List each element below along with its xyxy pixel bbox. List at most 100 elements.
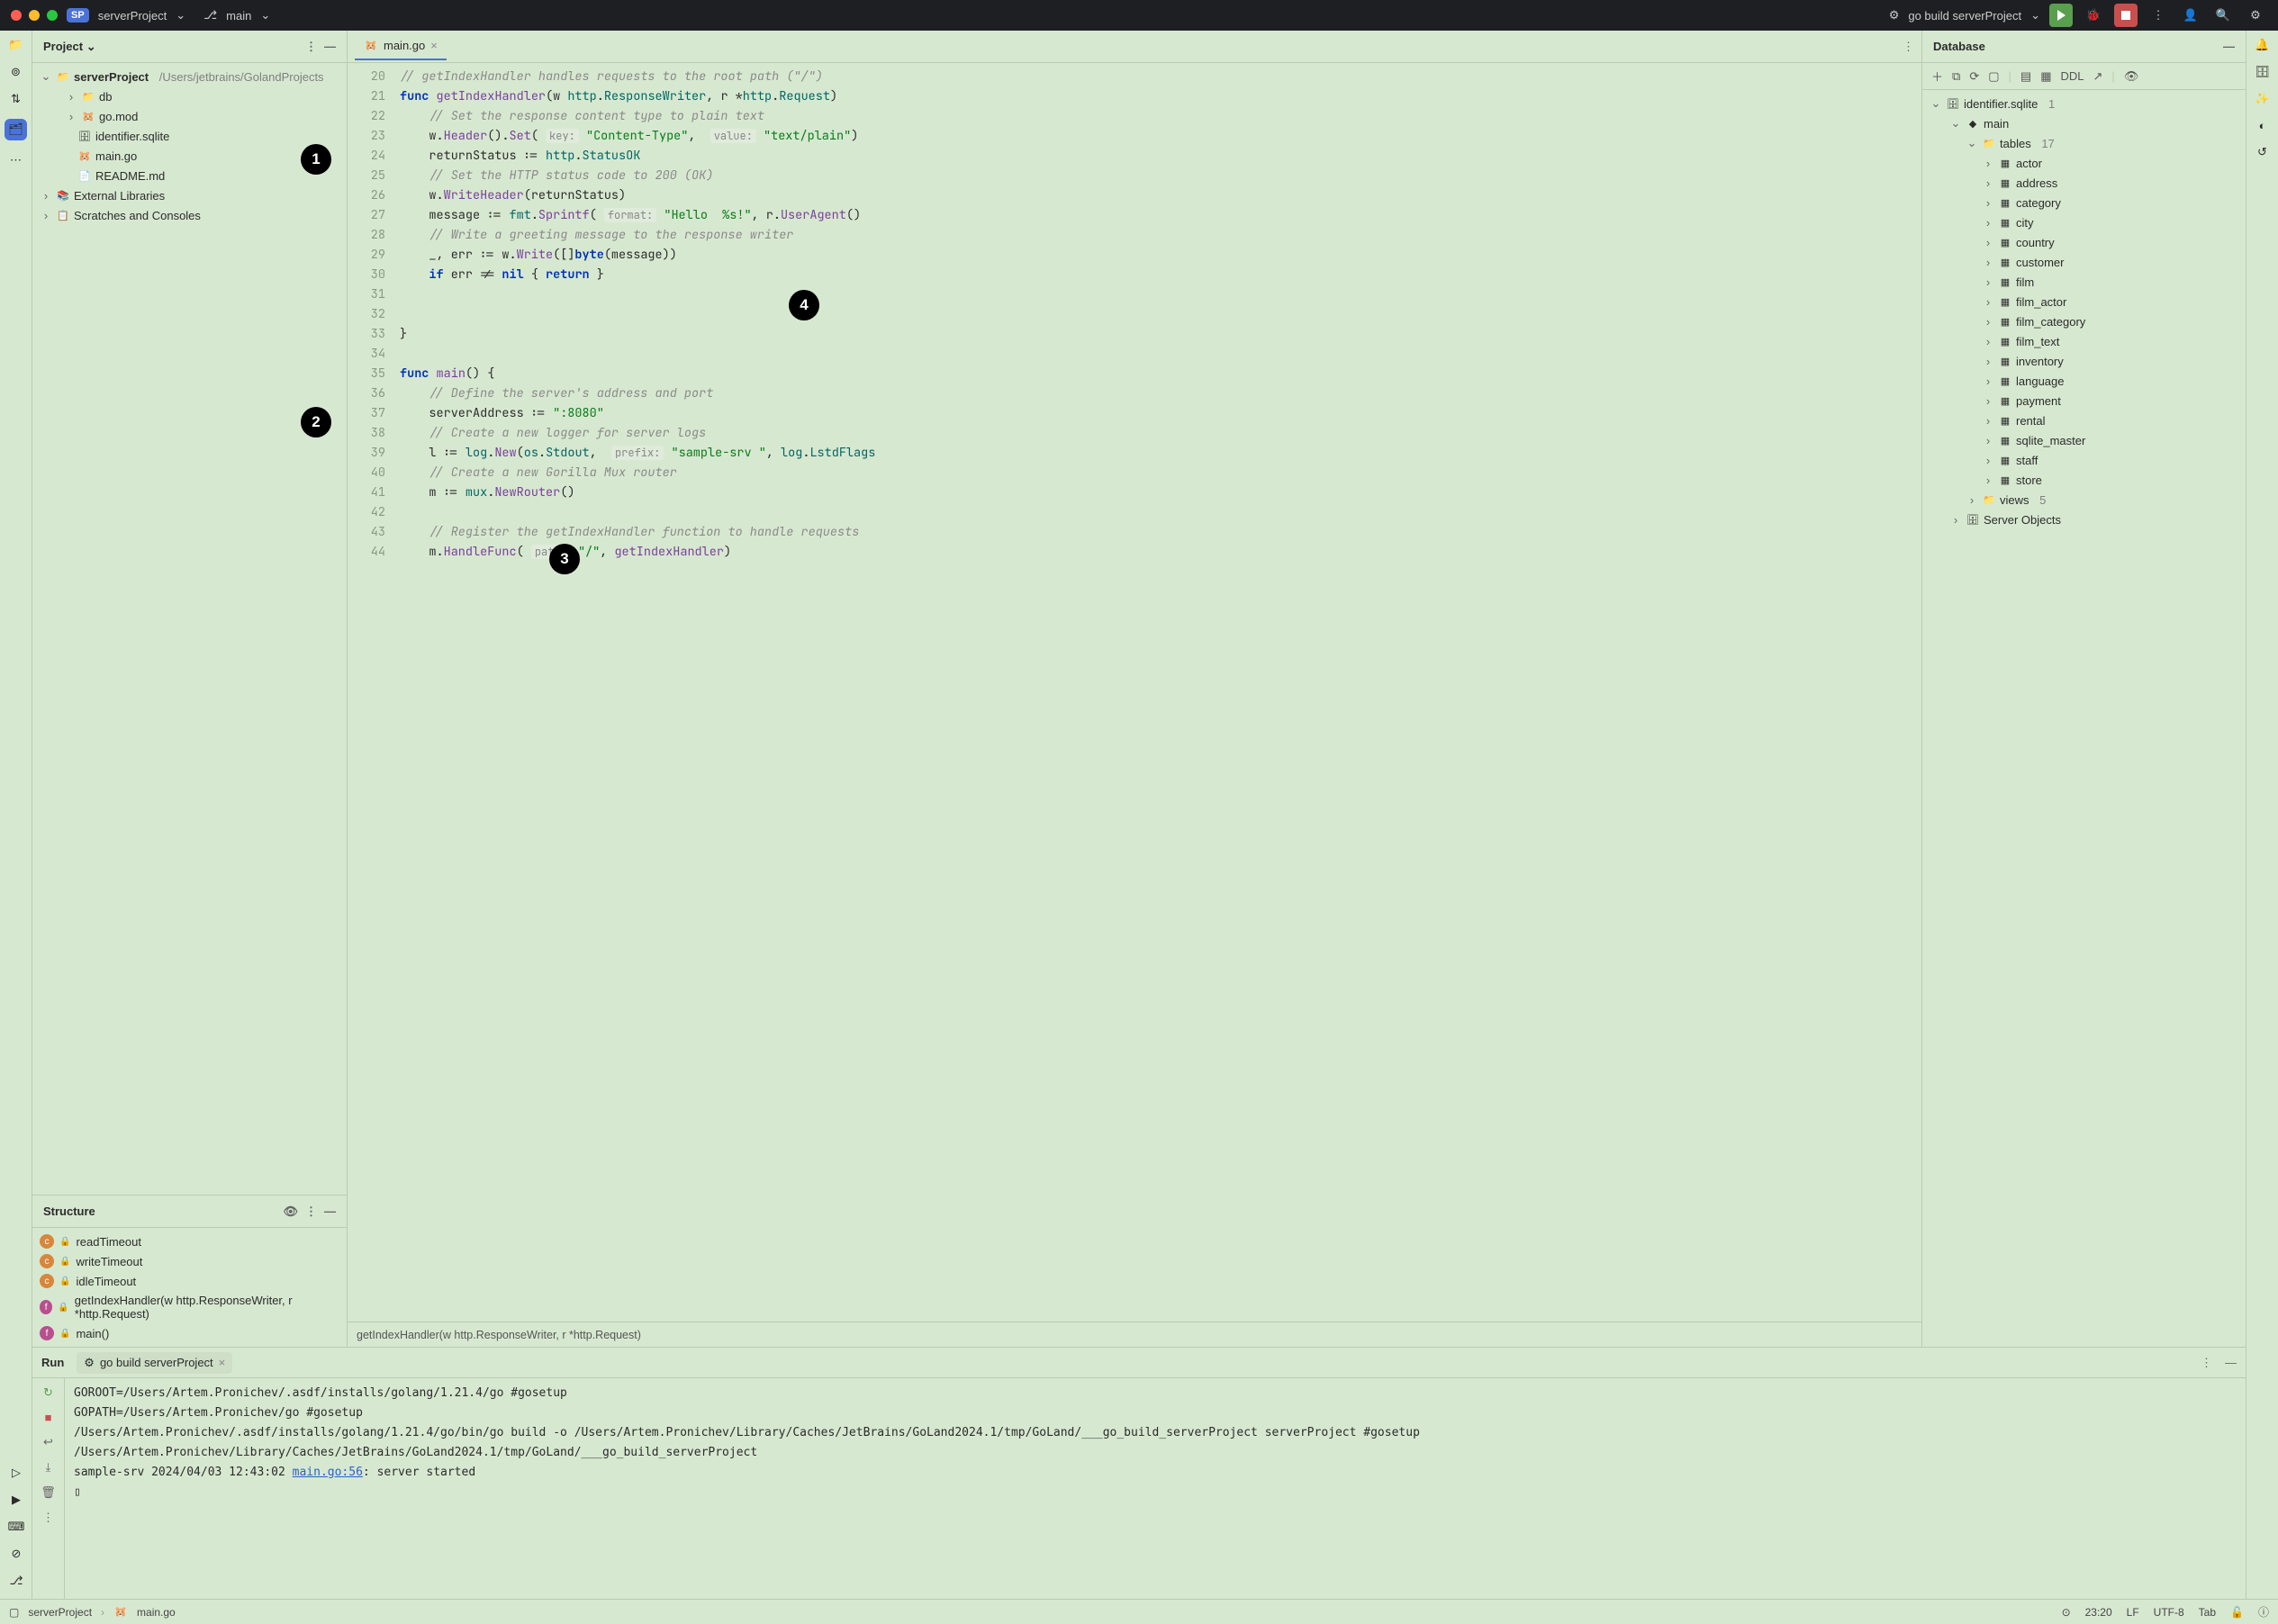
- minimize-window[interactable]: [29, 10, 40, 21]
- tree-external-libs[interactable]: ›📚External Libraries: [32, 185, 347, 205]
- chevron-right-icon[interactable]: ›: [1982, 414, 1994, 428]
- run-config-tab[interactable]: ⚙ go build serverProject ×: [77, 1352, 232, 1374]
- soft-wrap-icon[interactable]: ↩︎: [43, 1435, 53, 1449]
- structure-view-icon[interactable]: 👁: [283, 1204, 298, 1219]
- structure-item[interactable]: c🔒readTimeout: [32, 1232, 347, 1251]
- db-stop-icon[interactable]: ▢: [1988, 69, 1999, 84]
- tree-scratches[interactable]: ›📋Scratches and Consoles: [32, 205, 347, 225]
- stop-icon[interactable]: ■: [45, 1411, 52, 1424]
- run-config-name[interactable]: go build serverProject: [1908, 9, 2021, 23]
- chevron-right-icon[interactable]: ›: [1982, 374, 1994, 388]
- db-table[interactable]: ›▦sqlite_master: [1922, 430, 2246, 450]
- search-everywhere-icon[interactable]: 🔍: [2211, 4, 2235, 27]
- db-tables-folder[interactable]: ⌄📁tables 17: [1922, 133, 2246, 153]
- structure-item[interactable]: f🔒main(): [32, 1323, 347, 1343]
- database-tree[interactable]: ⌄🗄identifier.sqlite 1 ⌄◆main ⌄📁tables 17…: [1922, 90, 2246, 1347]
- project-name[interactable]: serverProject: [98, 9, 167, 23]
- db-table[interactable]: ›▦film_actor: [1922, 292, 2246, 311]
- db-table[interactable]: ›▦film: [1922, 272, 2246, 292]
- db-table[interactable]: ›▦address: [1922, 173, 2246, 193]
- project-collapse-icon[interactable]: —: [324, 40, 336, 54]
- project-root[interactable]: ⌄ 📁 serverProject /Users/jetbrains/Golan…: [32, 67, 347, 86]
- db-table[interactable]: ›▦country: [1922, 232, 2246, 252]
- chevron-right-icon[interactable]: ›: [1949, 513, 1962, 527]
- chevron-right-icon[interactable]: ›: [1982, 176, 1994, 190]
- structure-item[interactable]: c🔒idleTimeout: [32, 1271, 347, 1291]
- chevron-down-icon[interactable]: ⌄: [1966, 136, 1978, 150]
- editor-gutter[interactable]: 2021222324252627282930313233343536373839…: [348, 63, 393, 1322]
- run-button[interactable]: [2049, 4, 2073, 27]
- chevron-right-icon[interactable]: ›: [1982, 216, 1994, 230]
- db-table[interactable]: ›▦actor: [1922, 153, 2246, 173]
- chevron-right-icon[interactable]: ›: [1982, 355, 1994, 368]
- chevron-right-icon[interactable]: ›: [1982, 335, 1994, 348]
- status-encoding[interactable]: UTF-8: [2154, 1606, 2184, 1619]
- tree-file-maingo[interactable]: 🐹main.go: [32, 146, 347, 166]
- db-table-icon[interactable]: ▦: [2040, 69, 2051, 84]
- recent-tool-icon[interactable]: ↺: [2257, 145, 2267, 159]
- ai-tool-icon[interactable]: ✨: [2255, 92, 2269, 106]
- chevron-right-icon[interactable]: ›: [1982, 394, 1994, 408]
- editor-body[interactable]: 2021222324252627282930313233343536373839…: [348, 63, 1921, 1322]
- project-panel-title[interactable]: Project ⌄: [43, 40, 96, 54]
- chevron-right-icon[interactable]: ›: [1966, 493, 1978, 507]
- project-more-icon[interactable]: ⋮: [305, 40, 317, 54]
- status-goto-icon[interactable]: ⊙: [2062, 1606, 2071, 1619]
- more-tools-icon[interactable]: ⋯: [10, 153, 22, 167]
- db-table[interactable]: ›▦rental: [1922, 411, 2246, 430]
- status-readonly-icon[interactable]: 🔓: [2230, 1606, 2244, 1619]
- project-tree[interactable]: ⌄ 📁 serverProject /Users/jetbrains/Golan…: [32, 63, 347, 1195]
- tree-file-readme[interactable]: 📄README.md: [32, 166, 347, 185]
- db-table[interactable]: ›▦staff: [1922, 450, 2246, 470]
- tree-file-sqlite[interactable]: 🗄identifier.sqlite: [32, 126, 347, 146]
- editor-tab-more-icon[interactable]: ⋮: [1903, 40, 1914, 54]
- status-project-icon[interactable]: ▢: [9, 1606, 19, 1619]
- maximize-window[interactable]: [47, 10, 58, 21]
- run-config-chevron-icon[interactable]: ⌄: [2030, 8, 2040, 23]
- status-crumb-project[interactable]: serverProject: [28, 1606, 92, 1619]
- run-more-icon[interactable]: ⋮: [2201, 1356, 2212, 1370]
- db-table[interactable]: ›▦customer: [1922, 252, 2246, 272]
- db-view-icon[interactable]: 👁: [2124, 69, 2139, 84]
- status-indent[interactable]: Tab: [2199, 1606, 2216, 1619]
- status-crumb-file[interactable]: main.go: [137, 1606, 176, 1619]
- vcs-tool-icon[interactable]: ⎇: [10, 1574, 23, 1588]
- clear-icon[interactable]: 🗑: [41, 1485, 56, 1500]
- db-schema[interactable]: ⌄◆main: [1922, 113, 2246, 133]
- db-server-objects[interactable]: ›🗄Server Objects: [1922, 510, 2246, 529]
- chevron-right-icon[interactable]: ›: [65, 110, 77, 123]
- problems-tool-icon[interactable]: ⊘: [12, 1547, 22, 1561]
- structure-collapse-icon[interactable]: —: [324, 1204, 336, 1219]
- settings-icon[interactable]: ⚙: [2244, 4, 2267, 27]
- db-table[interactable]: ›▦film_text: [1922, 331, 2246, 351]
- debug-button[interactable]: 🐞: [2082, 4, 2105, 27]
- database-tool-icon[interactable]: 🗄: [2255, 65, 2270, 79]
- editor-breadcrumb[interactable]: getIndexHandler(w http.ResponseWriter, r…: [348, 1322, 1921, 1347]
- terminal-tool-icon[interactable]: ⌨: [8, 1520, 25, 1534]
- scroll-end-icon[interactable]: ⤓: [46, 1460, 51, 1475]
- chevron-right-icon[interactable]: ›: [1982, 236, 1994, 249]
- status-eol[interactable]: LF: [2127, 1606, 2139, 1619]
- branch-chevron-icon[interactable]: ⌄: [260, 8, 270, 23]
- chevron-down-icon[interactable]: ⌄: [1949, 116, 1962, 131]
- commit-tool-icon[interactable]: ⊚: [11, 65, 21, 79]
- db-table[interactable]: ›▦city: [1922, 212, 2246, 232]
- db-table[interactable]: ›▦inventory: [1922, 351, 2246, 371]
- chevron-right-icon[interactable]: ›: [1982, 454, 1994, 467]
- db-views-folder[interactable]: ›📁views 5: [1922, 490, 2246, 510]
- chevron-right-icon[interactable]: ›: [1982, 434, 1994, 447]
- run-console[interactable]: GOROOT=/Users/Artem.Pronichev/.asdf/inst…: [65, 1378, 2246, 1599]
- run-collapse-icon[interactable]: —: [2225, 1356, 2237, 1369]
- project-tool-icon[interactable]: 📁: [8, 38, 23, 52]
- stop-button[interactable]: [2114, 4, 2138, 27]
- db-table[interactable]: ›▦store: [1922, 470, 2246, 490]
- structure-item[interactable]: c🔒writeTimeout: [32, 1251, 347, 1271]
- chevron-down-icon[interactable]: ⌄: [1930, 96, 1942, 111]
- chevron-right-icon[interactable]: ›: [1982, 295, 1994, 309]
- db-duplicate-icon[interactable]: ⧉: [1952, 69, 1960, 84]
- rerun-icon[interactable]: ↻: [43, 1385, 53, 1400]
- close-icon[interactable]: ×: [219, 1356, 226, 1369]
- database-collapse-icon[interactable]: —: [2223, 40, 2235, 53]
- editor-tab-maingo[interactable]: 🐹 main.go ×: [355, 33, 447, 60]
- db-jump-icon[interactable]: ▤: [2020, 69, 2031, 84]
